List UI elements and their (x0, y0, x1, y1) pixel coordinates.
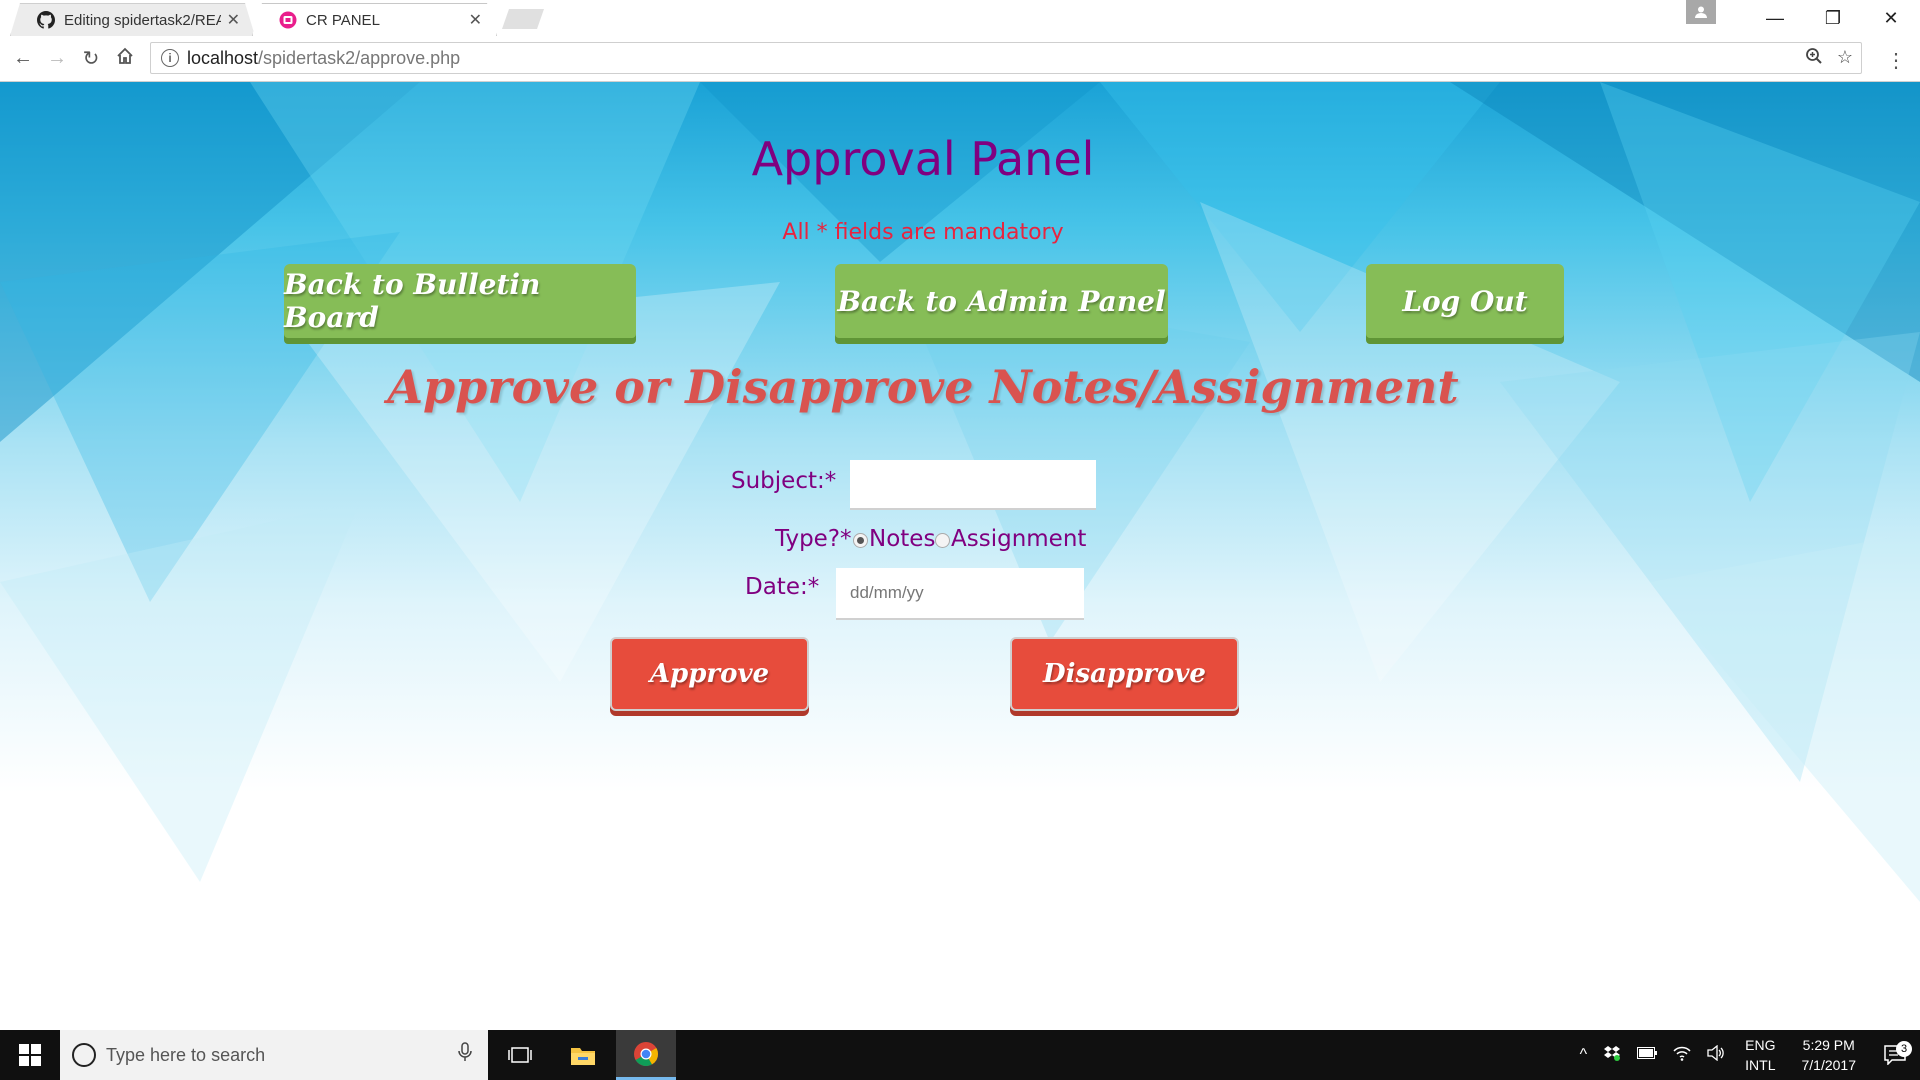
mandatory-note: All * fields are mandatory (782, 220, 1064, 245)
page-title: Approval Panel (751, 132, 1095, 186)
page-content: Approval Panel All * fields are mandator… (0, 82, 1920, 1030)
windows-start-icon[interactable] (0, 1030, 60, 1080)
home-icon[interactable] (108, 47, 142, 71)
type-label: Type?* (775, 526, 852, 552)
windows-taskbar: Type here to search ^ ENG INTL 5:29 PM 7… (0, 1030, 1920, 1080)
system-tray: ^ ENG INTL 5:29 PM 7/1/2017 3 (1572, 1030, 1920, 1080)
github-icon (37, 11, 55, 29)
dropbox-icon[interactable] (1603, 1045, 1621, 1066)
battery-icon[interactable] (1637, 1046, 1658, 1064)
clock-time: 5:29 PM (1802, 1037, 1855, 1053)
disapprove-button[interactable]: Disapprove (1010, 637, 1239, 711)
profile-icon[interactable] (1686, 0, 1716, 24)
browser-menu-icon[interactable]: ⋮ (1886, 48, 1906, 73)
new-tab-button[interactable] (502, 9, 544, 29)
action-center-icon[interactable]: 3 (1870, 1041, 1920, 1065)
input-language[interactable]: ENG INTL (1745, 1035, 1775, 1075)
window-controls: — ❐ ✕ (1686, 0, 1920, 36)
notification-count-badge: 3 (1896, 1041, 1912, 1057)
clock-date: 7/1/2017 (1801, 1057, 1857, 1073)
notes-radio[interactable] (853, 533, 868, 548)
tab-editing-readme[interactable]: Editing spidertask2/READ ✕ (10, 3, 255, 36)
tab-cr-panel[interactable]: CR PANEL ✕ (252, 3, 497, 36)
address-bar[interactable]: i localhost/spidertask2/approve.php ☆ (150, 42, 1862, 74)
assignment-option-label: Assignment (951, 526, 1087, 552)
volume-icon[interactable] (1707, 1044, 1725, 1066)
back-to-bulletin-button[interactable]: Back to Bulletin Board (284, 264, 636, 338)
assignment-radio[interactable] (935, 533, 950, 548)
taskbar-search-placeholder: Type here to search (106, 1044, 266, 1065)
browser-tab-strip: Editing spidertask2/READ ✕ CR PANEL ✕ — … (0, 0, 1920, 36)
chrome-taskbar-icon[interactable] (616, 1030, 676, 1080)
url-host: localhost (187, 47, 259, 68)
back-icon[interactable]: ← (6, 47, 40, 70)
minimize-icon[interactable]: — (1746, 8, 1804, 29)
subject-input[interactable] (850, 460, 1096, 510)
subject-label: Subject:* (731, 468, 837, 494)
url-path: /spidertask2/approve.php (258, 47, 461, 68)
tab-title: CR PANEL (306, 11, 380, 29)
form-heading: Approve or Disapprove Notes/Assignment (387, 360, 1459, 414)
zoom-icon[interactable] (1805, 47, 1823, 70)
restore-icon[interactable]: ❐ (1804, 8, 1862, 29)
keyboard-layout: INTL (1745, 1057, 1776, 1073)
close-tab-icon[interactable]: ✕ (227, 10, 240, 30)
logout-button[interactable]: Log Out (1366, 264, 1564, 338)
site-info-icon[interactable]: i (161, 49, 179, 67)
date-label: Date:* (745, 574, 820, 600)
tab-title: Editing spidertask2/READ (64, 11, 221, 29)
app-favicon-icon (279, 11, 297, 29)
bookmark-star-icon[interactable]: ☆ (1837, 47, 1853, 70)
reload-icon[interactable]: ↻ (74, 46, 108, 71)
approve-button[interactable]: Approve (610, 637, 809, 711)
file-explorer-icon[interactable] (553, 1030, 613, 1080)
close-window-icon[interactable]: ✕ (1862, 8, 1920, 29)
date-input[interactable] (836, 568, 1084, 620)
language-code: ENG (1745, 1037, 1776, 1053)
notes-option-label: Notes (869, 526, 936, 552)
microphone-icon[interactable] (458, 1042, 472, 1068)
task-view-icon[interactable] (490, 1030, 550, 1080)
forward-icon[interactable]: → (40, 47, 74, 70)
clock[interactable]: 5:29 PM 7/1/2017 (1802, 1035, 1857, 1075)
taskbar-search-box[interactable]: Type here to search (60, 1030, 488, 1080)
wifi-icon[interactable] (1673, 1045, 1691, 1066)
back-to-admin-button[interactable]: Back to Admin Panel (835, 264, 1168, 338)
browser-toolbar: ← → ↻ i localhost/spidertask2/approve.ph… (0, 36, 1920, 82)
cortana-icon (72, 1043, 96, 1067)
close-tab-icon[interactable]: ✕ (469, 10, 482, 30)
show-hidden-icons-icon[interactable]: ^ (1580, 1046, 1588, 1064)
